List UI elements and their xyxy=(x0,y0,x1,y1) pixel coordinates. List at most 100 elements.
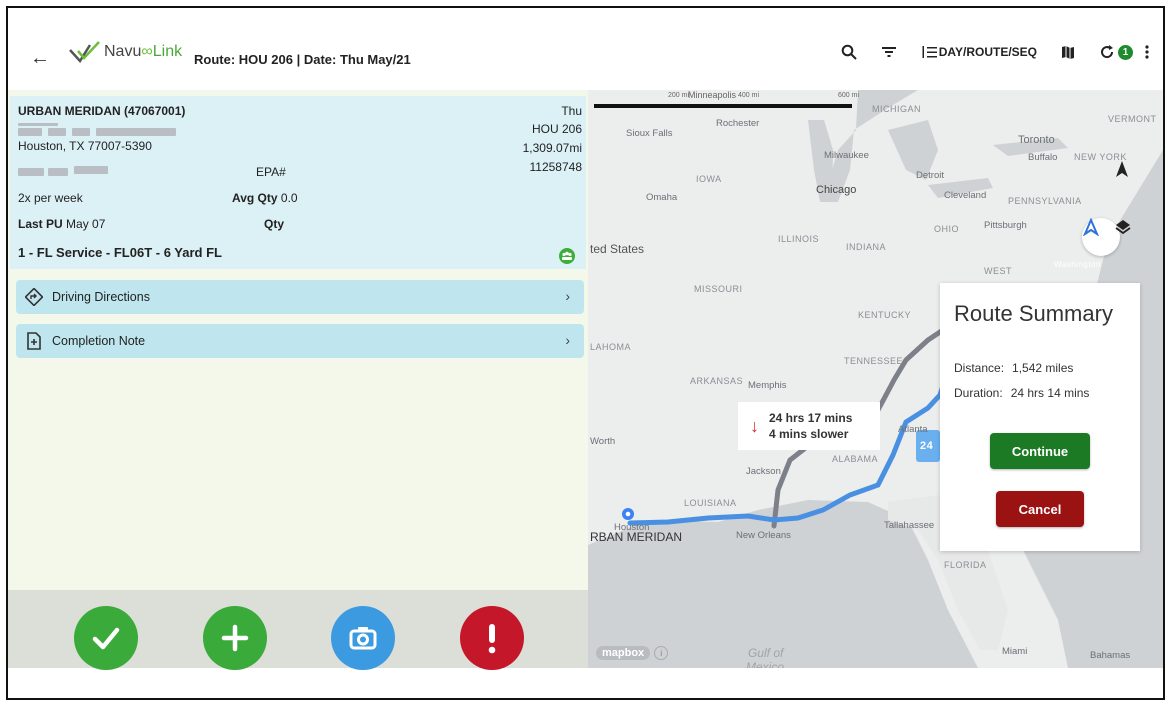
map-label: Atlanta xyxy=(898,424,928,435)
map-label: MISSOURI xyxy=(694,284,743,294)
qty-label: Qty xyxy=(264,217,285,231)
continue-button[interactable]: Continue xyxy=(990,433,1090,469)
scale-mid-label: 400 mi xyxy=(738,92,760,99)
camera-button[interactable] xyxy=(331,606,395,670)
report-issue-button[interactable] xyxy=(460,606,524,670)
route-summary-panel: Route Summary Distance: 1,542 miles Durat… xyxy=(940,283,1140,551)
alternate-route-callout[interactable]: ↓ 24 hrs 17 mins 4 mins slower xyxy=(738,402,880,450)
app-bar: ← Navu∞Link Route: HOU 206 | Date: Thu M… xyxy=(8,8,1163,90)
map-label: LAHOMA xyxy=(590,342,632,352)
completion-note-row[interactable]: Completion Note › xyxy=(16,324,584,358)
refresh-button[interactable]: 1 xyxy=(1099,44,1133,60)
summary-distance-label: Distance: xyxy=(954,361,1005,375)
city-state-zip: Houston, TX 77007-5390 xyxy=(18,139,152,153)
alternate-route-delta: 4 mins slower xyxy=(769,427,849,441)
note-add-icon xyxy=(24,331,44,351)
sort-sequence-label: DAY/ROUTE/SEQ xyxy=(938,45,1037,59)
map-label: Sioux Falls xyxy=(626,128,673,139)
logo-link-text: Link xyxy=(152,43,183,60)
map-label: KENTUCKY xyxy=(858,310,912,320)
map-label: ILLINOIS xyxy=(778,234,820,244)
map-label: Milwaukee xyxy=(824,150,869,161)
filter-icon[interactable] xyxy=(881,45,897,59)
mapbox-attribution[interactable]: mapbox i xyxy=(596,646,669,660)
add-button[interactable] xyxy=(203,606,267,670)
map-label: RBAN MERIDAN xyxy=(590,530,683,544)
layers-button[interactable] xyxy=(1114,218,1152,256)
avg-qty: Avg Qty 0.0 xyxy=(232,191,298,205)
redacted-text xyxy=(18,128,42,136)
map-label: PENNSYLVANIA xyxy=(1008,196,1082,206)
epa-label: EPA# xyxy=(256,165,286,179)
scale-left-label: 200 mi xyxy=(668,92,690,99)
service-description: 1 - FL Service - FL06T - 6 Yard FL xyxy=(18,245,222,260)
customer-name: URBAN MERIDAN (47067001) xyxy=(18,104,186,118)
more-vert-icon[interactable] xyxy=(1145,45,1149,59)
redacted-text xyxy=(48,168,68,176)
driving-directions-row[interactable]: Driving Directions › xyxy=(16,280,584,314)
service-day: Thu xyxy=(561,104,582,118)
alternate-route-time: 24 hrs 17 mins xyxy=(769,411,853,425)
action-bar xyxy=(8,590,588,670)
map-label: Worth xyxy=(590,436,616,447)
app-frame: ← Navu∞Link Route: HOU 206 | Date: Thu M… xyxy=(6,6,1165,700)
back-arrow-icon[interactable]: ← xyxy=(30,48,50,68)
last-pickup: Last PU May 07 xyxy=(18,217,105,231)
summary-duration-label: Duration: xyxy=(954,386,1003,400)
list-numbered-icon xyxy=(922,46,937,58)
north-arrow-button[interactable] xyxy=(1114,160,1152,198)
directions-icon xyxy=(24,287,44,307)
redacted-text xyxy=(74,166,108,174)
map-scale-bar xyxy=(594,104,852,108)
map-label: Rochester xyxy=(716,118,760,129)
avg-qty-value: 0.0 xyxy=(280,191,298,205)
map-label: Toronto xyxy=(1018,134,1055,146)
route-title: Route: HOU 206 | Date: Thu May/21 xyxy=(194,52,411,67)
alternate-route-text: 24 hrs 17 mins 4 mins slower xyxy=(769,410,852,442)
route-map[interactable]: 200 mi Minneapolis 400 mi 600 mi MICHIGA… xyxy=(588,90,1163,668)
map-label: OHIO xyxy=(934,224,960,234)
scale-right-label: 600 mi xyxy=(838,92,860,99)
refresh-icon xyxy=(1101,45,1114,59)
redacted-text xyxy=(18,123,58,126)
map-label: IOWA xyxy=(696,174,722,184)
map-label: Miami xyxy=(1002,646,1028,657)
summary-distance-row: Distance: 1,542 miles xyxy=(954,361,1073,375)
summary-duration-row: Duration: 24 hrs 14 mins xyxy=(954,386,1089,400)
avg-qty-label: Avg Qty xyxy=(232,191,278,205)
complete-stop-button[interactable] xyxy=(74,606,138,670)
arrow-down-icon: ↓ xyxy=(750,415,759,436)
map-icon[interactable] xyxy=(1061,45,1075,60)
mapbox-logo: mapbox xyxy=(596,646,651,660)
search-icon[interactable] xyxy=(841,44,857,60)
map-label: Memphis xyxy=(748,380,787,391)
map-label: Bahamas xyxy=(1090,650,1131,661)
info-icon[interactable]: i xyxy=(654,646,669,660)
chevron-right-icon: › xyxy=(565,332,570,348)
stop-info-card[interactable]: URBAN MERIDAN (47067001) Thu HOU 206 Hou… xyxy=(10,96,586,269)
sync-count-badge: 1 xyxy=(1118,44,1133,60)
completion-note-label: Completion Note xyxy=(52,334,146,348)
map-label: Mexico xyxy=(746,660,785,668)
last-pu-value: May 07 xyxy=(66,217,106,231)
camera-icon xyxy=(349,627,377,650)
route-summary-title: Route Summary xyxy=(954,301,1113,326)
driving-directions-label: Driving Directions xyxy=(52,290,150,304)
route-code: HOU 206 xyxy=(531,122,582,136)
summary-duration-value: 24 hrs 14 mins xyxy=(1010,386,1090,400)
map-label: Jackson xyxy=(746,466,781,477)
logo-check-icon xyxy=(69,41,100,63)
last-pu-label: Last PU xyxy=(18,217,63,231)
map-label: ted States xyxy=(590,242,645,256)
group-icon[interactable] xyxy=(559,248,575,264)
map-label: VERMONT xyxy=(1108,114,1157,124)
cancel-button[interactable]: Cancel xyxy=(996,491,1084,527)
map-label: Gulf of xyxy=(748,646,784,660)
redacted-text xyxy=(72,128,90,136)
map-label: New Orleans xyxy=(736,530,791,541)
map-label: LOUISIANA xyxy=(684,498,737,508)
layers-icon xyxy=(1115,220,1131,235)
check-icon xyxy=(92,627,120,650)
redacted-text xyxy=(18,168,44,176)
sort-sequence-button[interactable]: DAY/ROUTE/SEQ xyxy=(921,44,1037,60)
